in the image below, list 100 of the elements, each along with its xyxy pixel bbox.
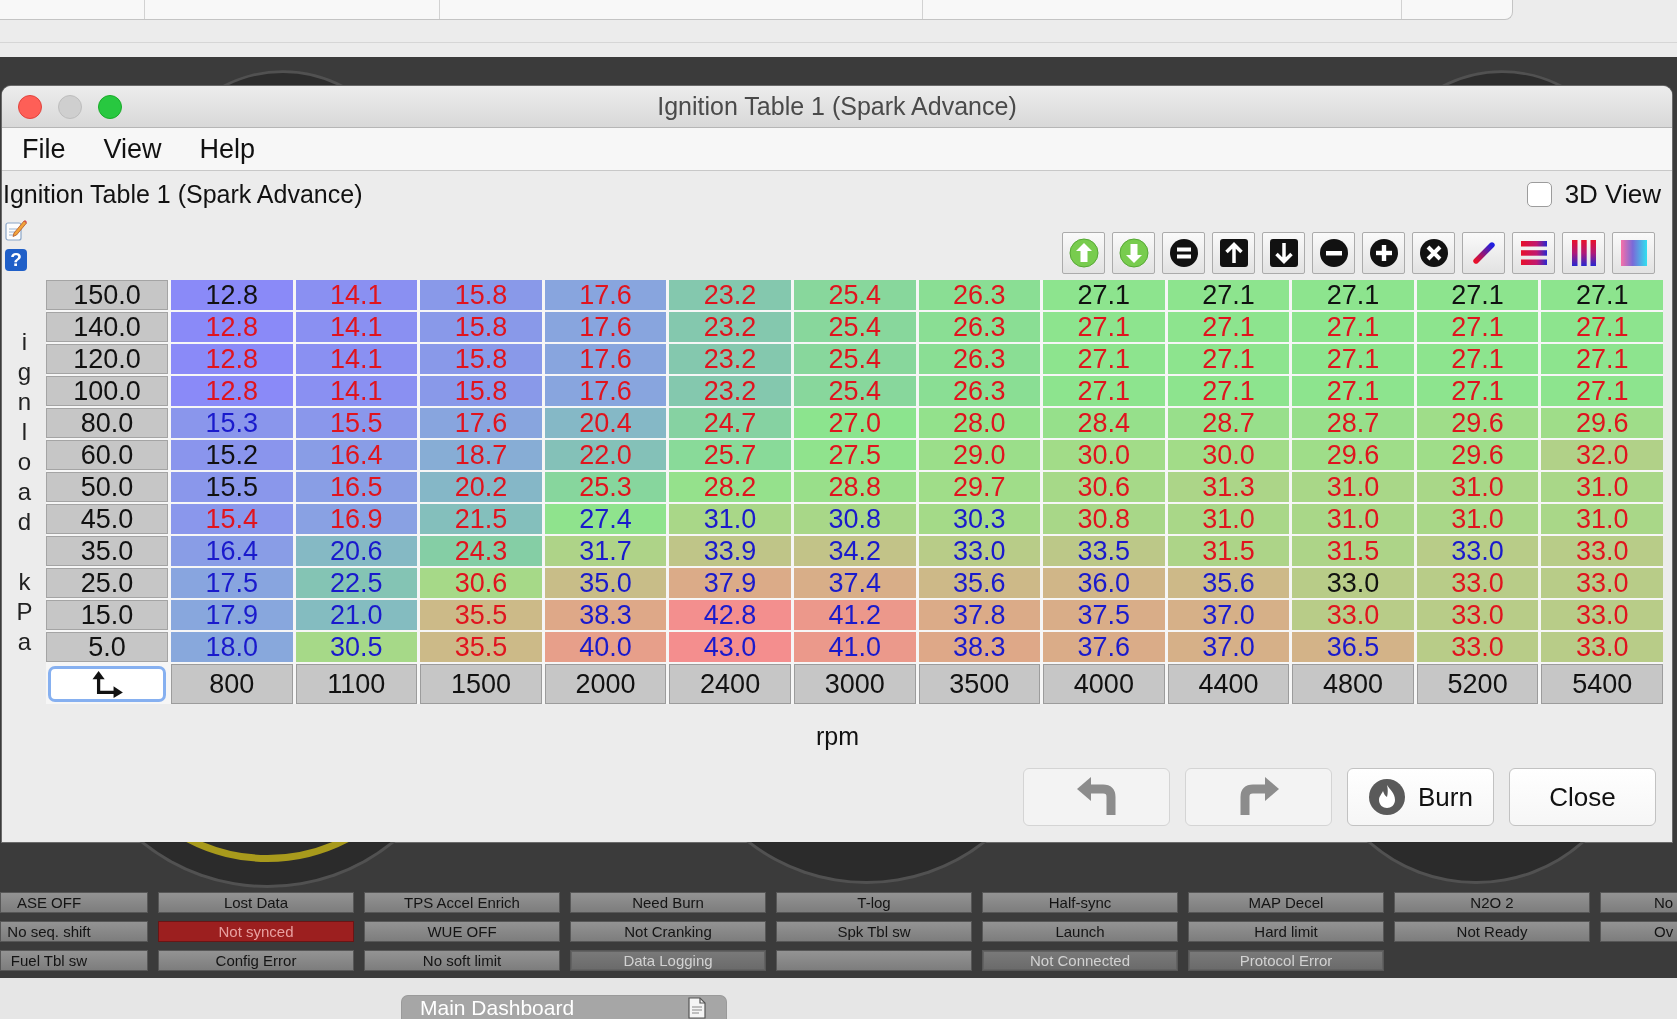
table-cell[interactable]: 27.1 bbox=[1167, 344, 1290, 374]
table-cell[interactable]: 29.0 bbox=[918, 440, 1041, 470]
table-cell[interactable]: 30.6 bbox=[420, 568, 542, 598]
close-button[interactable]: Close bbox=[1509, 768, 1656, 826]
toolbar-button[interactable] bbox=[1512, 232, 1555, 274]
table-cell[interactable]: 33.0 bbox=[1541, 568, 1663, 598]
table-cell[interactable]: 30.8 bbox=[793, 504, 916, 534]
table-cell[interactable]: 29.7 bbox=[918, 472, 1041, 502]
table-cell[interactable]: 33.0 bbox=[918, 536, 1041, 566]
table-cell[interactable]: 31.5 bbox=[1167, 536, 1290, 566]
table-cell[interactable]: 31.7 bbox=[544, 536, 667, 566]
table-cell[interactable]: 23.2 bbox=[669, 376, 791, 406]
table-cell[interactable]: 27.1 bbox=[1541, 280, 1663, 310]
table-cell[interactable]: 14.1 bbox=[295, 280, 418, 310]
table-cell[interactable]: 28.4 bbox=[1043, 408, 1165, 438]
table-cell[interactable]: 27.5 bbox=[793, 440, 916, 470]
burn-button[interactable]: Burn bbox=[1347, 768, 1494, 826]
table-cell[interactable]: 35.6 bbox=[918, 568, 1041, 598]
table-cell[interactable]: 41.2 bbox=[793, 600, 916, 630]
table-cell[interactable]: 31.3 bbox=[1167, 472, 1290, 502]
table-cell[interactable]: 12.8 bbox=[171, 280, 293, 310]
table-cell[interactable]: 33.0 bbox=[1541, 632, 1663, 662]
table-cell[interactable]: 33.0 bbox=[1541, 536, 1663, 566]
table-cell[interactable]: 25.4 bbox=[793, 312, 916, 342]
table-cell[interactable]: 29.6 bbox=[1416, 408, 1539, 438]
table-cell[interactable]: 26.3 bbox=[918, 312, 1041, 342]
table-cell[interactable]: 40.0 bbox=[544, 632, 667, 662]
table-cell[interactable]: 35.0 bbox=[544, 568, 667, 598]
table-cell[interactable]: 31.0 bbox=[1167, 504, 1290, 534]
table-cell[interactable]: 41.0 bbox=[793, 632, 916, 662]
table-cell[interactable]: 29.6 bbox=[1416, 440, 1539, 470]
table-cell[interactable]: 27.0 bbox=[793, 408, 916, 438]
table-cell[interactable]: 30.3 bbox=[918, 504, 1041, 534]
toolbar-button[interactable] bbox=[1212, 232, 1255, 274]
menu-item[interactable]: File bbox=[3, 132, 85, 166]
table-cell[interactable]: 33.0 bbox=[1416, 568, 1539, 598]
table-cell[interactable]: 15.2 bbox=[171, 440, 293, 470]
table-cell[interactable]: 26.3 bbox=[918, 344, 1041, 374]
table-cell[interactable]: 27.1 bbox=[1416, 344, 1539, 374]
table-cell[interactable]: 31.0 bbox=[1292, 504, 1414, 534]
table-cell[interactable]: 36.0 bbox=[1043, 568, 1165, 598]
table-cell[interactable]: 34.2 bbox=[793, 536, 916, 566]
table-cell[interactable]: 21.5 bbox=[420, 504, 542, 534]
table-cell[interactable]: 31.0 bbox=[1416, 504, 1539, 534]
table-cell[interactable]: 30.0 bbox=[1167, 440, 1290, 470]
table-cell[interactable]: 33.9 bbox=[669, 536, 791, 566]
table-cell[interactable]: 31.0 bbox=[1541, 472, 1663, 502]
table-cell[interactable]: 21.0 bbox=[295, 600, 418, 630]
table-cell[interactable]: 35.5 bbox=[420, 632, 542, 662]
table-cell[interactable]: 15.3 bbox=[171, 408, 293, 438]
table-cell[interactable]: 27.1 bbox=[1167, 312, 1290, 342]
table-cell[interactable]: 16.4 bbox=[171, 536, 293, 566]
table-cell[interactable]: 30.8 bbox=[1043, 504, 1165, 534]
table-cell[interactable]: 31.0 bbox=[1416, 472, 1539, 502]
table-cell[interactable]: 17.6 bbox=[420, 408, 542, 438]
table-cell[interactable]: 31.5 bbox=[1292, 536, 1414, 566]
checkbox-label[interactable]: 3D View bbox=[1564, 178, 1661, 210]
table-cell[interactable]: 28.7 bbox=[1167, 408, 1290, 438]
table-cell[interactable]: 33.5 bbox=[1043, 536, 1165, 566]
table-cell[interactable]: 31.0 bbox=[1292, 472, 1414, 502]
table-cell[interactable]: 27.1 bbox=[1541, 376, 1663, 406]
table-cell[interactable]: 38.3 bbox=[544, 600, 667, 630]
menu-item[interactable]: Help bbox=[180, 132, 275, 166]
table-cell[interactable]: 22.5 bbox=[295, 568, 418, 598]
table-cell[interactable]: 25.4 bbox=[793, 376, 916, 406]
table-cell[interactable]: 37.0 bbox=[1167, 600, 1290, 630]
table-cell[interactable]: 33.0 bbox=[1292, 568, 1414, 598]
table-cell[interactable]: 18.0 bbox=[171, 632, 293, 662]
menu-item[interactable]: View bbox=[84, 132, 181, 166]
table-cell[interactable]: 37.6 bbox=[1043, 632, 1165, 662]
window-close-button[interactable] bbox=[18, 94, 42, 119]
table-cell[interactable]: 17.6 bbox=[544, 344, 667, 374]
toolbar-button[interactable] bbox=[1362, 232, 1405, 274]
table-cell[interactable]: 23.2 bbox=[669, 344, 791, 374]
table-cell[interactable]: 17.6 bbox=[544, 376, 667, 406]
toolbar-button[interactable] bbox=[1562, 232, 1605, 274]
table-cell[interactable]: 37.8 bbox=[918, 600, 1041, 630]
table-cell[interactable]: 25.3 bbox=[544, 472, 667, 502]
table-cell[interactable]: 27.1 bbox=[1043, 280, 1165, 310]
table-cell[interactable]: 30.5 bbox=[295, 632, 418, 662]
toolbar-button[interactable] bbox=[1412, 232, 1455, 274]
table-cell[interactable]: 15.4 bbox=[171, 504, 293, 534]
table-cell[interactable]: 33.0 bbox=[1416, 536, 1539, 566]
table-cell[interactable]: 26.3 bbox=[918, 280, 1041, 310]
table-cell[interactable]: 25.7 bbox=[669, 440, 791, 470]
table-cell[interactable]: 33.0 bbox=[1541, 600, 1663, 630]
table-cell[interactable]: 25.4 bbox=[793, 344, 916, 374]
table-cell[interactable]: 14.1 bbox=[295, 312, 418, 342]
table-cell[interactable]: 16.5 bbox=[295, 472, 418, 502]
table-cell[interactable]: 27.1 bbox=[1043, 376, 1165, 406]
table-cell[interactable]: 36.5 bbox=[1292, 632, 1414, 662]
table-cell[interactable]: 33.0 bbox=[1292, 600, 1414, 630]
table-cell[interactable]: 14.1 bbox=[295, 344, 418, 374]
table-cell[interactable]: 35.6 bbox=[1167, 568, 1290, 598]
table-cell[interactable]: 27.1 bbox=[1167, 280, 1290, 310]
table-cell[interactable]: 27.1 bbox=[1541, 344, 1663, 374]
table-cell[interactable]: 15.8 bbox=[420, 312, 542, 342]
table-cell[interactable]: 33.0 bbox=[1416, 600, 1539, 630]
table-cell[interactable]: 27.4 bbox=[544, 504, 667, 534]
table-cell[interactable]: 26.3 bbox=[918, 376, 1041, 406]
